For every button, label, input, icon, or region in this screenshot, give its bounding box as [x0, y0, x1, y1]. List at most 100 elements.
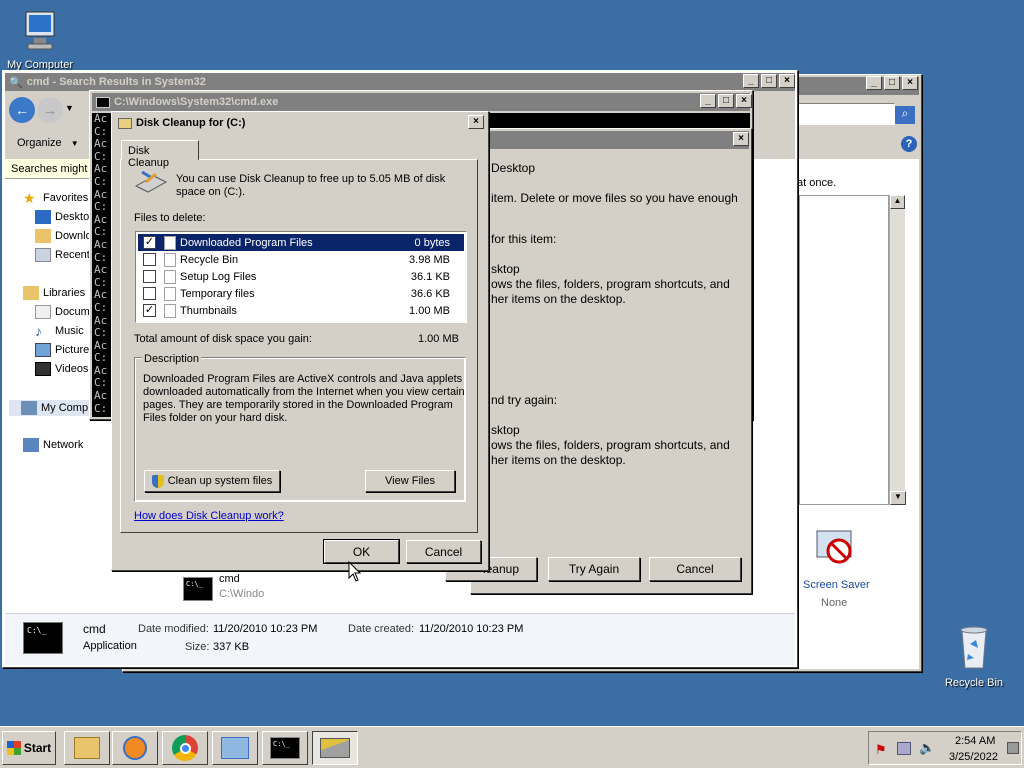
- minimize-button[interactable]: _: [866, 76, 882, 90]
- error-line: ows the files, folders, program shortcut…: [491, 438, 730, 452]
- desktop-icon-recycle-bin[interactable]: Recycle Bin: [936, 624, 1012, 689]
- desktop-icon-my-computer[interactable]: My Computer: [2, 8, 78, 71]
- search-icon[interactable]: ⌕: [895, 106, 915, 124]
- taskbar-media-player[interactable]: [112, 731, 158, 765]
- result-item[interactable]: C:\_ cmd C:\Windo: [179, 571, 275, 607]
- nav-network[interactable]: Network: [23, 438, 83, 452]
- size-label: Size:: [185, 641, 210, 653]
- file-row[interactable]: Recycle Bin 3.98 MB: [138, 251, 464, 268]
- maximize-button[interactable]: □: [884, 76, 900, 90]
- close-button[interactable]: ×: [779, 74, 795, 88]
- close-button[interactable]: ×: [733, 132, 749, 146]
- tab-disk-cleanup[interactable]: Disk Cleanup: [121, 140, 199, 169]
- nav-videos[interactable]: Videos: [35, 362, 88, 376]
- description-label: Description: [142, 353, 202, 365]
- disk-cleanup-icon: [320, 738, 350, 758]
- taskbar-chrome[interactable]: [162, 731, 208, 765]
- chevron-down-icon[interactable]: ▼: [65, 103, 74, 113]
- maximize-button[interactable]: □: [761, 74, 777, 88]
- file-type-icon: [164, 303, 176, 318]
- clock-date[interactable]: 3/25/2022: [949, 751, 998, 763]
- network-tray-icon[interactable]: [897, 742, 911, 755]
- close-button[interactable]: ×: [468, 115, 484, 129]
- clean-up-system-files-button[interactable]: Clean up system files: [144, 470, 280, 492]
- cmd-line: C:: [94, 174, 108, 188]
- clock-time[interactable]: 2:54 AM: [955, 735, 995, 747]
- network-icon: [23, 438, 39, 452]
- screen-saver-label[interactable]: Screen Saver: [803, 579, 870, 591]
- cmd-titlebar: C:\Windows\System32\cmd.exe: [92, 93, 750, 111]
- search-results-icon: 🔍: [9, 76, 23, 89]
- error-header: Desktop: [491, 161, 536, 175]
- personalization-address-bar[interactable]: [783, 103, 895, 125]
- minimize-button[interactable]: _: [743, 74, 759, 88]
- back-button[interactable]: ←: [9, 97, 35, 123]
- nav-recent[interactable]: Recent: [35, 248, 90, 262]
- files-list[interactable]: ✓ Downloaded Program Files 0 bytes Recycle …: [135, 231, 467, 323]
- close-button[interactable]: ×: [736, 94, 752, 108]
- nav-desktop[interactable]: Deskto: [35, 210, 89, 224]
- error-dialog: × Desktop item. Delete or move files so …: [445, 128, 752, 594]
- minimize-button[interactable]: _: [700, 94, 716, 108]
- organize-button[interactable]: Organize ▼: [17, 137, 79, 149]
- videos-icon: [35, 362, 51, 376]
- taskbar-cmd[interactable]: C:\_: [262, 731, 308, 765]
- nav-libraries[interactable]: Libraries: [23, 286, 85, 300]
- downloads-folder-icon: [35, 229, 51, 243]
- ok-button[interactable]: OK: [323, 539, 400, 564]
- explorer-titlebar: 🔍 cmd - Search Results in System32: [5, 73, 795, 91]
- nav-downloads[interactable]: Downlo: [35, 229, 92, 243]
- volume-icon[interactable]: 🔈: [919, 740, 935, 756]
- file-checkbox[interactable]: [143, 270, 156, 283]
- music-icon: ♪: [35, 324, 42, 338]
- nav-pictures[interactable]: Picture: [35, 343, 89, 357]
- cancel-button[interactable]: Cancel: [406, 540, 481, 563]
- view-files-button[interactable]: View Files: [365, 470, 455, 492]
- scroll-up-arrow-icon[interactable]: ▲: [890, 195, 905, 209]
- details-pane: C:\_ cmd Application Date modified: 11/2…: [5, 613, 795, 665]
- scroll-down-arrow-icon[interactable]: ▼: [890, 491, 906, 505]
- file-checkbox[interactable]: ✓: [143, 236, 156, 249]
- cmd-console-lines: Ac C: Ac C: Ac C: Ac C: Ac C: Ac C: Ac C: Ac C: Ac C: Ac C:…: [94, 112, 112, 415]
- file-row[interactable]: Temporary files 36.6 KB: [138, 285, 464, 302]
- error-cancel-button[interactable]: Cancel: [649, 557, 741, 581]
- file-checkbox[interactable]: [143, 253, 156, 266]
- forward-button[interactable]: →: [37, 97, 63, 123]
- media-player-icon: [123, 736, 147, 760]
- content-box: [799, 195, 889, 505]
- file-row[interactable]: Setup Log Files 36.1 KB: [138, 268, 464, 285]
- cmd-title-icon: [96, 96, 110, 108]
- cmd-line: C:: [94, 300, 108, 314]
- error-line: sktop: [491, 262, 520, 276]
- desktop-icon: [35, 210, 51, 224]
- start-button[interactable]: Start: [2, 731, 56, 765]
- file-row[interactable]: ✓ Thumbnails 1.00 MB: [138, 302, 464, 319]
- scrollbar[interactable]: ▲ ▼: [889, 195, 906, 505]
- recycle-bin-icon: [960, 626, 988, 669]
- file-checkbox[interactable]: [143, 287, 156, 300]
- maximize-button[interactable]: □: [718, 94, 734, 108]
- action-center-flag-icon[interactable]: ⚑: [875, 742, 887, 758]
- info-bar[interactable]: Searches might b: [5, 159, 97, 179]
- try-again-button[interactable]: Try Again: [548, 557, 640, 581]
- taskbar-explorer[interactable]: [64, 731, 110, 765]
- file-row[interactable]: ✓ Downloaded Program Files 0 bytes: [138, 234, 464, 251]
- nav-music[interactable]: ♪ Music: [35, 324, 84, 338]
- computer-icon: [25, 11, 55, 50]
- result-path: C:\Windo: [219, 588, 265, 600]
- nav-my-computer[interactable]: My Comp: [9, 400, 93, 416]
- size-value: 337 KB: [213, 641, 250, 653]
- taskbar-disk-cleanup[interactable]: [312, 731, 358, 765]
- cmd-icon: C:\_: [270, 737, 300, 759]
- screen-saver-icon[interactable]: [813, 525, 857, 569]
- show-desktop-icon[interactable]: [1007, 742, 1019, 754]
- taskbar-control-panel[interactable]: [212, 731, 258, 765]
- close-button[interactable]: ×: [902, 76, 918, 90]
- nav-favorites[interactable]: ★ Favorites: [23, 191, 88, 205]
- help-link[interactable]: How does Disk Cleanup work?: [134, 510, 284, 522]
- help-icon[interactable]: ?: [901, 136, 917, 152]
- error-line: nd try again:: [491, 393, 558, 407]
- nav-documents[interactable]: Docume: [35, 305, 96, 319]
- file-checkbox[interactable]: ✓: [143, 304, 156, 317]
- pictures-icon: [35, 343, 51, 357]
